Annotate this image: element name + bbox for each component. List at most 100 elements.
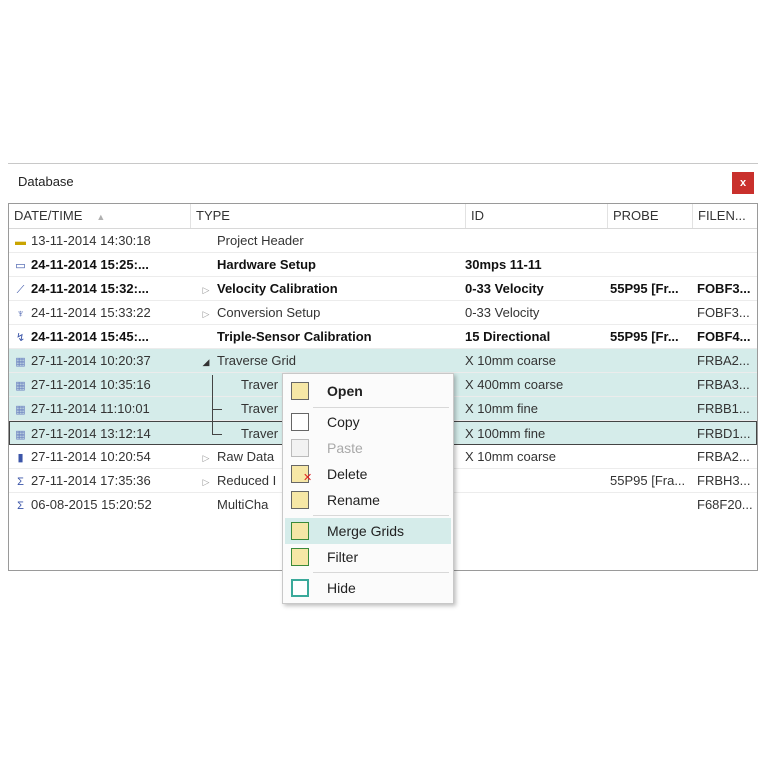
cell-date: Σ 06-08-2015 15:20:52 — [14, 493, 186, 516]
expand-icon[interactable]: ▷ — [199, 279, 213, 300]
cell-id: X 10mm coarse — [465, 353, 557, 368]
type-text: Traver — [241, 401, 279, 416]
sort-ascending-icon: ▲ — [96, 212, 106, 222]
cell-date: ▮ 27-11-2014 10:20:54 — [14, 445, 186, 468]
column-header-label: DATE/TIME — [14, 208, 83, 223]
table-row[interactable]: ♆ 24-11-2014 15:33:22 ▷ Conversion Setup 0… — [9, 301, 757, 325]
menu-separator — [313, 572, 449, 573]
menu-item-label: Copy — [327, 414, 360, 430]
folder-icon: ▬ — [15, 236, 26, 248]
menu-item-rename[interactable]: Rename — [285, 487, 451, 513]
column-header-label: TYPE — [196, 208, 230, 223]
date-text: 27-11-2014 13:12:14 — [31, 426, 151, 441]
menu-item-hide[interactable]: Hide — [285, 575, 451, 601]
table-row[interactable]: ↯ 24-11-2014 15:45:... Triple-Sensor Cali… — [9, 325, 757, 349]
filter-icon — [291, 548, 309, 566]
cell-date: ↯ 24-11-2014 15:45:... — [14, 325, 186, 348]
type-text: Traver — [241, 426, 279, 441]
cell-date: ▬ 13-11-2014 14:30:18 — [14, 229, 186, 252]
cell-date: ⟋ 24-11-2014 15:32:... — [14, 277, 186, 300]
column-header-probe[interactable]: PROBE — [608, 204, 693, 228]
cell-date: ▦ 27-11-2014 10:20:37 — [14, 349, 186, 372]
cell-id: 0-33 Velocity — [465, 281, 544, 296]
expand-icon[interactable]: ▷ — [199, 447, 213, 468]
menu-item-filter[interactable]: Filter — [285, 544, 451, 570]
column-header-label: PROBE — [613, 208, 659, 223]
cell-id: 0-33 Velocity — [465, 305, 540, 320]
column-header-row: DATE/TIME ▲ TYPE ID PROBE FILEN... — [9, 204, 757, 229]
window-title: Database — [18, 174, 74, 189]
open-icon — [291, 382, 309, 400]
cell-file: FRBH3... — [697, 473, 751, 488]
delete-x-icon: ✕ — [303, 472, 313, 484]
cell-probe: 55P95 [Fra... — [610, 473, 686, 488]
column-header-filename[interactable]: FILEN... — [693, 204, 757, 228]
grid-icon: ▦ — [15, 356, 26, 368]
cell-date: ▦ 27-11-2014 10:35:16 — [14, 373, 186, 396]
calibration-chart-icon: ⟋ — [16, 284, 25, 296]
column-header-label: ID — [471, 208, 484, 223]
menu-item-open[interactable]: Open — [285, 378, 451, 404]
column-header-label: FILEN... — [698, 208, 746, 223]
cell-file: FRBA2... — [697, 353, 750, 368]
sigma-multi-icon: Σ — [17, 500, 24, 512]
cell-date: ▦ 27-11-2014 11:10:01 — [14, 397, 186, 420]
column-header-datetime[interactable]: DATE/TIME ▲ — [9, 204, 191, 228]
sigma-icon: Σ — [17, 476, 24, 488]
column-header-type[interactable]: TYPE — [191, 204, 466, 228]
cell-file: F68F20... — [697, 497, 753, 512]
cell-type: ▷ Velocity Calibration — [199, 277, 461, 300]
raw-data-icon: ▮ — [17, 452, 24, 464]
tree-connector-branch — [212, 409, 222, 410]
close-button[interactable]: x — [732, 172, 754, 194]
menu-separator — [313, 515, 449, 516]
cell-id: 30mps 11-11 — [465, 257, 542, 272]
menu-item-merge-grids[interactable]: Merge Grids — [285, 518, 451, 544]
conversion-icon: ♆ — [16, 308, 25, 320]
expand-icon[interactable]: ▷ — [199, 303, 213, 324]
type-text: Velocity Calibration — [217, 281, 338, 296]
expand-icon[interactable]: ▷ — [199, 471, 213, 492]
type-text: Conversion Setup — [217, 305, 321, 320]
date-text: 24-11-2014 15:33:22 — [31, 305, 151, 320]
table-row[interactable]: ▦ 27-11-2014 10:20:37 ◢ Traverse Grid X 10… — [9, 349, 757, 373]
menu-item-paste: Paste — [285, 435, 451, 461]
cell-type: ▷ Conversion Setup — [199, 301, 461, 324]
menu-item-delete[interactable]: ✕ Delete — [285, 461, 451, 487]
date-text: 06-08-2015 15:20:52 — [31, 497, 152, 512]
cell-type: Triple-Sensor Calibration — [199, 325, 461, 348]
type-text: MultiCha — [217, 497, 269, 512]
cell-file: FRBD1... — [697, 426, 751, 441]
cell-file: FOBF3... — [697, 281, 751, 296]
menu-item-label: Hide — [327, 580, 356, 596]
table-row[interactable]: ▭ 24-11-2014 15:25:... Hardware Setup 30m… — [9, 253, 757, 277]
column-header-id[interactable]: ID — [466, 204, 608, 228]
date-text: 27-11-2014 10:20:37 — [31, 353, 151, 368]
menu-item-copy[interactable]: Copy — [285, 409, 451, 435]
cell-id: 15 Directional — [465, 329, 551, 344]
cell-type: ◢ Traverse Grid — [199, 349, 461, 372]
cell-date: Σ 27-11-2014 17:35:36 — [14, 469, 186, 492]
tree-connector-branch — [212, 434, 222, 435]
cell-file: FRBA2... — [697, 449, 750, 464]
collapse-icon[interactable]: ◢ — [199, 351, 213, 372]
paste-icon — [291, 439, 309, 457]
date-text: 24-11-2014 15:32:... — [31, 281, 149, 296]
context-menu: Open Copy Paste ✕ Delete Rename Merge Gr… — [282, 373, 454, 604]
rename-icon — [291, 491, 309, 509]
cell-probe: 55P95 [Fr... — [610, 329, 679, 344]
cell-probe: 55P95 [Fr... — [610, 281, 679, 296]
title-bar: Database x — [8, 164, 758, 202]
menu-item-label: Paste — [327, 440, 363, 456]
type-text: Hardware Setup — [217, 257, 316, 272]
cell-id: X 10mm fine — [465, 401, 538, 416]
type-text: Project Header — [217, 233, 304, 248]
date-text: 27-11-2014 17:35:36 — [31, 473, 151, 488]
table-row[interactable]: ▬ 13-11-2014 14:30:18 Project Header — [9, 229, 757, 253]
date-text: 13-11-2014 14:30:18 — [31, 233, 151, 248]
menu-item-label: Rename — [327, 492, 380, 508]
type-text: Traver — [241, 377, 279, 392]
cell-file: FRBA3... — [697, 377, 750, 392]
cell-file: FRBB1... — [697, 401, 750, 416]
table-row[interactable]: ⟋ 24-11-2014 15:32:... ▷ Velocity Calibrat… — [9, 277, 757, 301]
